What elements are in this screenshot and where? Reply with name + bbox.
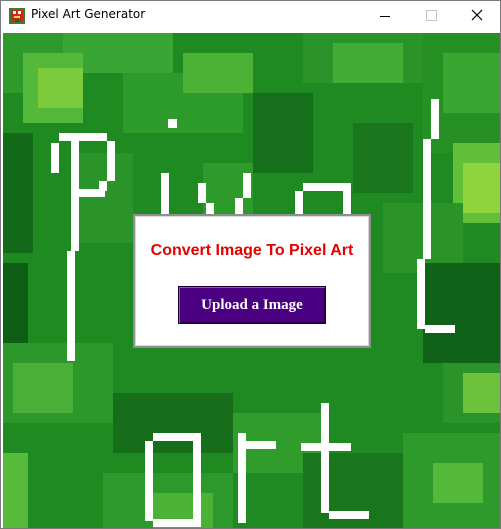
minimize-icon [380, 16, 390, 17]
close-button[interactable] [454, 1, 500, 31]
title-bar[interactable]: Pixel Art Generator [1, 1, 500, 31]
convert-dialog: Convert Image To Pixel Art Upload a Imag… [133, 214, 371, 348]
upload-image-button[interactable]: Upload a Image [178, 286, 326, 324]
dialog-title: Convert Image To Pixel Art [150, 242, 354, 259]
maximize-button[interactable] [408, 1, 454, 31]
pixel-art-app-icon [9, 8, 25, 24]
maximize-icon [426, 10, 437, 21]
window-title: Pixel Art Generator [31, 7, 146, 21]
app-window: Pixel Art Generator Convert Image To Pix… [0, 0, 501, 529]
minimize-button[interactable] [362, 1, 408, 31]
close-icon [471, 9, 483, 21]
